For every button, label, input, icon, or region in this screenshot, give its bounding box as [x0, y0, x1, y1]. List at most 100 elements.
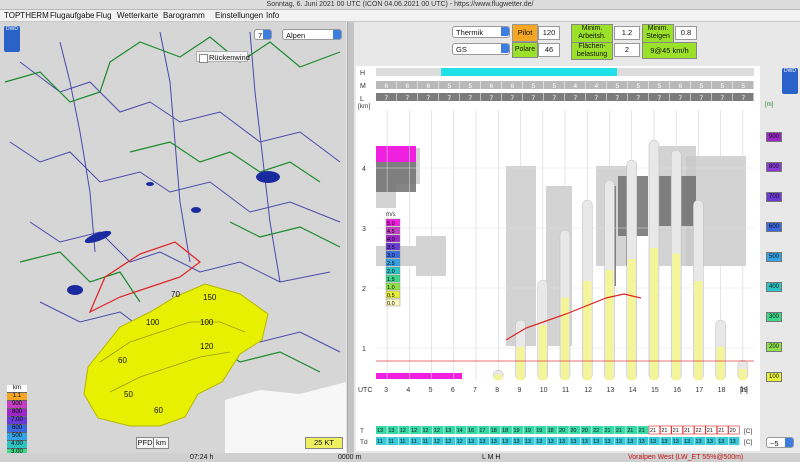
- dwd-logo-icon: DWD: [4, 26, 20, 52]
- t-cell-label: 21: [661, 428, 667, 434]
- contour-label: 100: [146, 318, 160, 327]
- l-cell-label: 7: [406, 95, 410, 102]
- map-legend: km 1.19008007.006005004.003.002.00100: [7, 385, 27, 453]
- x-tick: 8: [495, 387, 499, 394]
- menu-barogramm[interactable]: Barogramm: [163, 10, 205, 21]
- td-cell-label: 11: [377, 439, 383, 445]
- td-cell-label: 13: [639, 439, 645, 445]
- td-cell-label: 13: [468, 439, 474, 445]
- zoom-select[interactable]: ~5: [766, 437, 794, 448]
- t-cell-label: 21: [673, 428, 679, 434]
- l-cell-label: 7: [385, 95, 389, 102]
- min-steigen-input[interactable]: 0.8: [675, 26, 697, 40]
- chart-canvas[interactable]: HML 6 6 6 5 5 6 6 5 5 4 4 5 5 5 6 5 5 5 7 7 7 7 7 7 7 7 7 7 7 7 7 7 7 7 7 7 […: [356, 66, 760, 451]
- t-cell-label: 19: [525, 428, 531, 434]
- legend-item: 1.1: [7, 393, 27, 401]
- menu-flugaufgabe[interactable]: Flugaufgabe: [50, 10, 94, 21]
- region-select[interactable]: Alpen: [282, 29, 342, 40]
- y-tick: 4: [362, 166, 366, 173]
- l-cell-label: 7: [616, 95, 620, 102]
- chevron-down-icon: [785, 438, 793, 447]
- contour-label: 70: [171, 290, 180, 299]
- menu-bar: TOPTHERM Flugaufgabe Flug Wetterkarte Ba…: [0, 10, 800, 22]
- td-cell-label: 13: [661, 439, 667, 445]
- l-cell-label: 7: [595, 95, 599, 102]
- magenta-block: [376, 146, 416, 162]
- l-cell-label: 7: [511, 95, 515, 102]
- wind-scale-button[interactable]: 25 KT: [305, 437, 343, 449]
- t-cell-label: 19: [536, 428, 542, 434]
- pilot-input[interactable]: 120: [538, 26, 560, 40]
- rueckenwind-checkbox[interactable]: Rückenwind: [196, 51, 250, 63]
- min-arbeit-label: Minim. Arbeitsh.: [571, 24, 613, 43]
- m-cell-label: 6: [511, 83, 515, 90]
- menu-einstellungen[interactable]: Einstellungen: [215, 10, 263, 21]
- td-cell-label: 13: [502, 439, 508, 445]
- x-tick: 18: [718, 387, 726, 394]
- td-label: Td: [360, 439, 368, 446]
- l-cell-label: 7: [448, 95, 452, 102]
- ms-scale-label: 4.5: [387, 229, 395, 235]
- menu-toptherm[interactable]: TOPTHERM: [4, 10, 49, 21]
- l-cell-label: 7: [532, 95, 536, 102]
- m-cell-label: 6: [679, 83, 683, 90]
- polare-input[interactable]: 46: [538, 43, 560, 57]
- status-layers: L M H: [482, 454, 501, 461]
- thermik-select[interactable]: Thermik: [452, 26, 510, 38]
- thermal-chart[interactable]: H M L 6 6 6 5 5 6 6 5 5 4 4 5 5 5 6 5 5 5 7 7 7 7 7 7 7 7 7 7 7 7 7 7 7 7 7 7 […: [356, 66, 760, 451]
- row-label: H: [360, 70, 365, 77]
- x-tick: 13: [606, 387, 614, 394]
- legend-item: 900: [7, 401, 27, 409]
- td-cell-label: 11: [411, 439, 417, 445]
- flaechen-label: Flächen-belastung: [571, 42, 613, 60]
- pfd-button[interactable]: PFD: [136, 437, 154, 449]
- cloud-dark-block: [376, 162, 416, 192]
- td-cell-label: 13: [627, 439, 633, 445]
- t-cell-label: 13: [377, 428, 383, 434]
- min-steigen-label: Minim. Steigen: [642, 24, 674, 43]
- rueckenwind-select[interactable]: 7: [254, 29, 272, 40]
- thermal-yellow: [494, 374, 503, 380]
- t-cell-label: 21: [718, 428, 724, 434]
- contour-label: 50: [124, 390, 133, 399]
- height-scale-tick: 700: [766, 192, 782, 202]
- min-arbeit-input[interactable]: 1.2: [614, 26, 640, 40]
- thermal-yellow: [516, 347, 525, 380]
- chevron-down-icon: [333, 30, 341, 39]
- menu-flug[interactable]: Flug: [96, 10, 112, 21]
- panel-divider[interactable]: [347, 22, 354, 453]
- legend-item: 4.00: [7, 441, 27, 449]
- map-panel[interactable]: DWD Rückenwind 7 Alpen 70 150 100 100 12…: [0, 22, 346, 453]
- thermal-yellow: [738, 369, 747, 380]
- td-cell-label: 13: [570, 439, 576, 445]
- polare-label: Polare: [512, 42, 538, 58]
- height-scale-tick: 400: [766, 282, 782, 292]
- glider-select[interactable]: GS: [452, 43, 510, 55]
- td-cell-label: 13: [730, 439, 736, 445]
- t-cell-label: 20: [570, 428, 576, 434]
- km-button[interactable]: km: [153, 437, 169, 449]
- td-unit: [C]: [744, 439, 753, 446]
- l-cell-label: 7: [637, 95, 641, 102]
- x-tick: 15: [651, 387, 659, 394]
- contour-label: 60: [118, 356, 127, 365]
- td-cell-label: 13: [707, 439, 713, 445]
- menu-wetterkarte[interactable]: Wetterkarte: [117, 10, 158, 21]
- height-scale-tick: 500: [766, 252, 782, 262]
- x-tick: 6: [451, 387, 455, 394]
- flaechen-input[interactable]: 2: [614, 43, 640, 57]
- t-cell-label: 21: [639, 428, 645, 434]
- x-tick: 7: [473, 387, 477, 394]
- map-canvas[interactable]: [0, 22, 346, 453]
- height-scale: DWD [m] 900 800 700 600 500 400 300 200 100 ~5: [762, 66, 800, 451]
- m-cell-label: 4: [574, 83, 578, 90]
- chevron-down-icon: [263, 30, 271, 39]
- menu-info[interactable]: Info: [266, 10, 279, 21]
- contour-label: 120: [200, 342, 214, 351]
- l-cell-label: 7: [427, 95, 431, 102]
- t-cell-label: 21: [707, 428, 713, 434]
- ms-scale-label: 0.0: [387, 301, 395, 307]
- td-cell-label: 13: [605, 439, 611, 445]
- l-cell-label: 7: [742, 95, 746, 102]
- td-cell-label: 13: [491, 439, 497, 445]
